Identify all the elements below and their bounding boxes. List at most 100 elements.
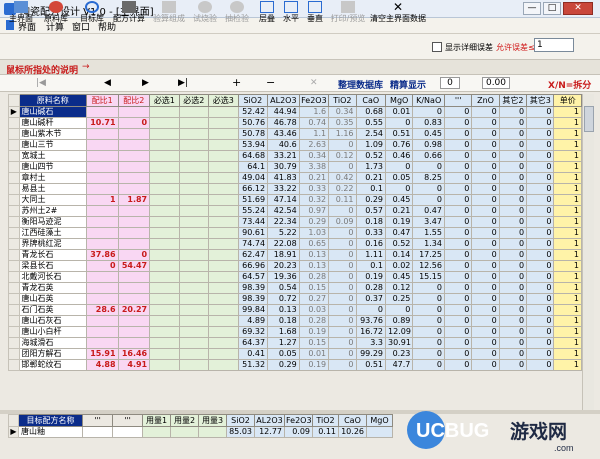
table-row[interactable]: 苏州土2# 55.24 42.54 0.97 0 0.57 0.21 0.47 0 0 0 0 1 bbox=[8, 205, 582, 217]
table-cell[interactable]: 1 bbox=[553, 117, 582, 129]
table-cell[interactable]: 1.09 bbox=[355, 139, 387, 151]
table-cell[interactable]: 0.15 bbox=[298, 282, 330, 294]
table-cell[interactable]: 1 bbox=[553, 282, 582, 294]
table-cell[interactable]: 0 bbox=[412, 293, 445, 305]
clear-main-data-button[interactable]: ✕ 清空主界面数据 bbox=[370, 1, 426, 25]
precision-field-2[interactable]: 0.00 bbox=[482, 77, 510, 89]
table-cell[interactable] bbox=[178, 359, 210, 371]
table-cell[interactable]: 0 bbox=[526, 304, 555, 316]
table-cell[interactable]: 章村土 bbox=[18, 172, 87, 184]
column-header[interactable]: Fe2O3 bbox=[298, 94, 330, 107]
table-cell[interactable]: 0 bbox=[526, 117, 555, 129]
table-cell[interactable] bbox=[208, 238, 239, 250]
table-cell[interactable]: 苏州土2# bbox=[18, 205, 87, 217]
table-cell[interactable] bbox=[85, 238, 119, 250]
table-cell[interactable]: 石门石英 bbox=[18, 304, 87, 316]
table-cell[interactable]: 0.12 bbox=[328, 150, 357, 162]
table-cell[interactable]: 1 bbox=[553, 150, 582, 162]
row-indicator[interactable] bbox=[8, 150, 20, 162]
table-cell[interactable] bbox=[149, 117, 180, 129]
sample-check-button[interactable]: 抽检验 bbox=[222, 1, 252, 25]
table-cell[interactable] bbox=[208, 359, 239, 371]
table-cell[interactable] bbox=[149, 128, 180, 140]
table-cell[interactable]: 0.33 bbox=[298, 183, 330, 195]
table-row[interactable]: 邯郸蛇纹石 4.88 4.91 51.32 0.29 0.19 0 0.51 47.7 0 0 0 0 0… bbox=[8, 359, 582, 371]
current-row-pointer-icon[interactable]: ▶ bbox=[8, 426, 19, 438]
row-indicator[interactable] bbox=[8, 359, 20, 371]
table-cell[interactable]: 0.19 bbox=[298, 359, 330, 371]
table-cell[interactable] bbox=[117, 216, 151, 228]
table-cell[interactable] bbox=[178, 161, 210, 173]
table-cell[interactable]: 0 bbox=[443, 117, 473, 129]
table-cell[interactable]: 0.32 bbox=[298, 194, 330, 206]
table-cell[interactable]: 0.97 bbox=[298, 205, 330, 217]
table-cell[interactable]: 16.72 bbox=[355, 326, 387, 338]
table-cell[interactable]: 0.47 bbox=[412, 205, 445, 217]
table-cell[interactable]: 0.13 bbox=[267, 304, 300, 316]
table-cell[interactable]: 0.21 bbox=[355, 172, 387, 184]
table-cell[interactable]: 0 bbox=[443, 348, 473, 360]
table-cell[interactable]: 3.47 bbox=[412, 216, 445, 228]
table-cell[interactable]: 0 bbox=[443, 216, 473, 228]
table-cell[interactable]: 1 bbox=[553, 161, 582, 173]
target-column-header[interactable]: 用量1 bbox=[142, 414, 171, 427]
table-cell[interactable]: 0 bbox=[498, 216, 528, 228]
table-cell[interactable] bbox=[208, 172, 239, 184]
table-cell[interactable]: 0.05 bbox=[267, 348, 300, 360]
table-cell[interactable]: 0.18 bbox=[267, 315, 300, 327]
nav-next-button[interactable]: ▶ bbox=[142, 78, 149, 88]
table-cell[interactable] bbox=[85, 271, 119, 283]
table-row[interactable]: 易县土 66.12 33.22 0.33 0.22 0.1 0 0 0 0 0 0 1 bbox=[8, 183, 582, 195]
table-cell[interactable]: 0.13 bbox=[298, 249, 330, 261]
table-cell[interactable]: 0.1 bbox=[355, 260, 387, 272]
table-cell[interactable]: 1 bbox=[553, 205, 582, 217]
table-cell[interactable]: 0 bbox=[526, 249, 555, 261]
table-cell[interactable]: 0 bbox=[412, 282, 445, 294]
table-cell[interactable]: 0 bbox=[498, 238, 528, 250]
table-cell[interactable]: 0 bbox=[471, 348, 500, 360]
table-cell[interactable]: 0 bbox=[443, 304, 473, 316]
table-cell[interactable]: 17.25 bbox=[412, 249, 445, 261]
table-cell[interactable]: 0.21 bbox=[298, 172, 330, 184]
table-cell[interactable]: 0 bbox=[471, 260, 500, 272]
table-cell[interactable]: 0 bbox=[412, 315, 445, 327]
table-cell[interactable]: 0 bbox=[443, 139, 473, 151]
table-cell[interactable]: 0.54 bbox=[267, 282, 300, 294]
table-cell[interactable]: 团阳方解石 bbox=[18, 348, 87, 360]
table-cell[interactable]: 0 bbox=[526, 128, 555, 140]
column-header[interactable]: 配比2 bbox=[117, 94, 151, 107]
table-cell[interactable]: 1.73 bbox=[355, 161, 387, 173]
table-cell[interactable] bbox=[178, 139, 210, 151]
table-cell[interactable]: 52.42 bbox=[237, 106, 269, 118]
vertical-scrollbar[interactable] bbox=[582, 94, 594, 410]
table-cell[interactable]: 0 bbox=[471, 315, 500, 327]
verify-composition-button[interactable]: 验算组成 bbox=[150, 1, 188, 25]
table-cell[interactable] bbox=[117, 205, 151, 217]
table-cell[interactable]: 50.78 bbox=[237, 128, 269, 140]
table-cell[interactable]: 4.88 bbox=[85, 359, 119, 371]
table-cell[interactable]: 0 bbox=[498, 205, 528, 217]
table-cell[interactable]: 0 bbox=[498, 106, 528, 118]
table-cell[interactable]: 0.11 bbox=[328, 194, 357, 206]
table-cell[interactable]: 0.28 bbox=[298, 271, 330, 283]
table-cell[interactable] bbox=[85, 150, 119, 162]
table-cell[interactable]: 0 bbox=[471, 227, 500, 239]
nav-prev-button[interactable]: ◀ bbox=[104, 78, 111, 88]
table-cell[interactable]: 0 bbox=[443, 260, 473, 272]
table-cell[interactable]: 0.34 bbox=[298, 150, 330, 162]
table-cell[interactable]: 1 bbox=[553, 194, 582, 206]
table-cell[interactable]: 易县土 bbox=[18, 183, 87, 195]
table-cell[interactable] bbox=[149, 304, 180, 316]
table-cell[interactable] bbox=[85, 315, 119, 327]
table-cell[interactable]: 19.36 bbox=[267, 271, 300, 283]
table-cell[interactable] bbox=[208, 282, 239, 294]
table-cell[interactable]: 0 bbox=[498, 161, 528, 173]
table-cell[interactable]: 1 bbox=[553, 106, 582, 118]
table-cell[interactable]: 0 bbox=[471, 161, 500, 173]
table-cell[interactable]: 0.28 bbox=[355, 282, 387, 294]
target-cell[interactable] bbox=[198, 426, 227, 438]
table-cell[interactable]: 0 bbox=[471, 282, 500, 294]
table-cell[interactable]: 1.27 bbox=[267, 337, 300, 349]
table-cell[interactable] bbox=[85, 106, 119, 118]
table-cell[interactable]: 22.34 bbox=[267, 216, 300, 228]
